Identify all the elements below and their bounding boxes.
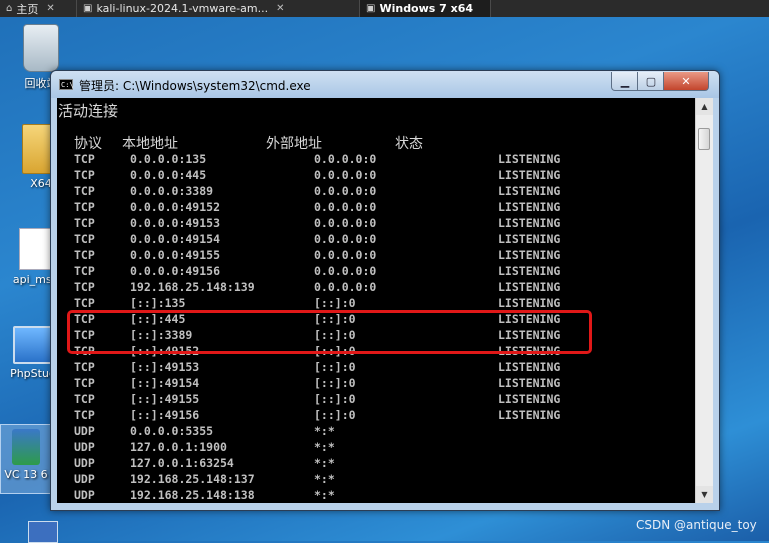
minimize-button[interactable]: ▁ bbox=[611, 72, 639, 91]
table-row: TCP [::]:49155 [::]:0 LISTENING bbox=[74, 392, 561, 406]
tab-kali[interactable]: ▣ kali-linux-2024.1-vmware-am... ✕ bbox=[77, 0, 360, 17]
column-header-local-address: 本地地址 bbox=[122, 136, 178, 152]
watermark: CSDN @antique_toy bbox=[636, 518, 757, 532]
table-row: TCP 0.0.0.0:49155 0.0.0.0:0 LISTENING bbox=[74, 248, 561, 262]
file-icon bbox=[19, 228, 51, 270]
console-output[interactable]: 活动连接 协议 本地地址 外部地址 状态 TCP 0.0.0.0:135 0.0.0… bbox=[57, 98, 695, 503]
vm-tab-bar: ⌂ 主页 ✕ ▣ kali-linux-2024.1-vmware-am... … bbox=[0, 0, 769, 17]
vertical-scrollbar[interactable]: ▲ ▼ bbox=[695, 98, 713, 503]
maximize-button[interactable]: ▢ bbox=[637, 72, 665, 91]
tab-kali-label: kali-linux-2024.1-vmware-am... bbox=[96, 2, 269, 15]
table-row: TCP [::]:135 [::]:0 LISTENING bbox=[74, 296, 561, 310]
table-row: TCP 0.0.0.0:49153 0.0.0.0:0 LISTENING bbox=[74, 216, 561, 230]
installer-icon bbox=[12, 429, 40, 465]
close-icon[interactable]: ✕ bbox=[46, 3, 54, 14]
table-row: TCP [::]:49156 [::]:0 LISTENING bbox=[74, 408, 561, 422]
vm-icon: ▣ bbox=[366, 3, 376, 14]
desktop-icon-label: VC 13 6 bbox=[4, 468, 48, 481]
red-highlight-box bbox=[67, 310, 592, 354]
tab-home[interactable]: ⌂ 主页 ✕ bbox=[0, 0, 77, 17]
cmd-icon[interactable]: C:\ bbox=[59, 79, 74, 90]
table-row: TCP 0.0.0.0:49156 0.0.0.0:0 LISTENING bbox=[74, 264, 561, 278]
tab-windows7-label: Windows 7 x64 bbox=[379, 2, 474, 15]
table-row: TCP [::]:49153 [::]:0 LISTENING bbox=[74, 360, 561, 374]
column-header-state: 状态 bbox=[395, 136, 423, 152]
table-row: TCP 0.0.0.0:445 0.0.0.0:0 LISTENING bbox=[74, 168, 561, 182]
active-connections-heading: 活动连接 bbox=[58, 102, 119, 120]
table-row: UDP 127.0.0.1:63254 *:* bbox=[74, 456, 335, 470]
window-title: 管理员: C:\Windows\system32\cmd.exe bbox=[79, 79, 311, 93]
scrollbar-thumb[interactable] bbox=[698, 128, 710, 150]
desktop-icon-partial[interactable] bbox=[28, 521, 58, 543]
table-row: TCP 0.0.0.0:49152 0.0.0.0:0 LISTENING bbox=[74, 200, 561, 214]
table-row: TCP 0.0.0.0:3389 0.0.0.0:0 LISTENING bbox=[74, 184, 561, 198]
scroll-down-icon[interactable]: ▼ bbox=[696, 486, 713, 503]
column-header-protocol: 协议 bbox=[74, 136, 102, 152]
close-icon[interactable]: ✕ bbox=[276, 3, 284, 14]
column-header-foreign-address: 外部地址 bbox=[266, 136, 322, 152]
cmd-window: C:\ 管理员: C:\Windows\system32\cmd.exe ▁ ▢… bbox=[50, 70, 720, 511]
table-row: TCP 0.0.0.0:135 0.0.0.0:0 LISTENING bbox=[74, 152, 561, 166]
table-row: TCP 192.168.25.148:139 0.0.0.0:0 LISTENING bbox=[74, 280, 561, 294]
table-row: UDP 192.168.25.148:138 *:* bbox=[74, 488, 335, 502]
close-button[interactable]: ✕ bbox=[663, 72, 709, 91]
recycle-bin-icon bbox=[23, 24, 59, 72]
home-icon: ⌂ bbox=[6, 3, 13, 14]
table-row: UDP 127.0.0.1:1900 *:* bbox=[74, 440, 335, 454]
scroll-up-icon[interactable]: ▲ bbox=[696, 98, 713, 115]
table-row: UDP 0.0.0.0:5355 *:* bbox=[74, 424, 335, 438]
vm-icon: ▣ bbox=[83, 3, 93, 14]
desktop-icon-vc[interactable]: VC 13 6 bbox=[0, 424, 52, 494]
window-titlebar[interactable]: C:\ 管理员: C:\Windows\system32\cmd.exe ▁ ▢… bbox=[51, 71, 719, 98]
table-row: TCP [::]:49154 [::]:0 LISTENING bbox=[74, 376, 561, 390]
table-row: UDP 192.168.25.148:137 *:* bbox=[74, 472, 335, 486]
tab-home-label: 主页 bbox=[16, 2, 39, 16]
table-row: TCP 0.0.0.0:49154 0.0.0.0:0 LISTENING bbox=[74, 232, 561, 246]
tab-windows7[interactable]: ▣ Windows 7 x64 bbox=[360, 0, 491, 17]
desktop-icon-label: X64 bbox=[30, 177, 52, 190]
computer-icon bbox=[13, 326, 53, 364]
